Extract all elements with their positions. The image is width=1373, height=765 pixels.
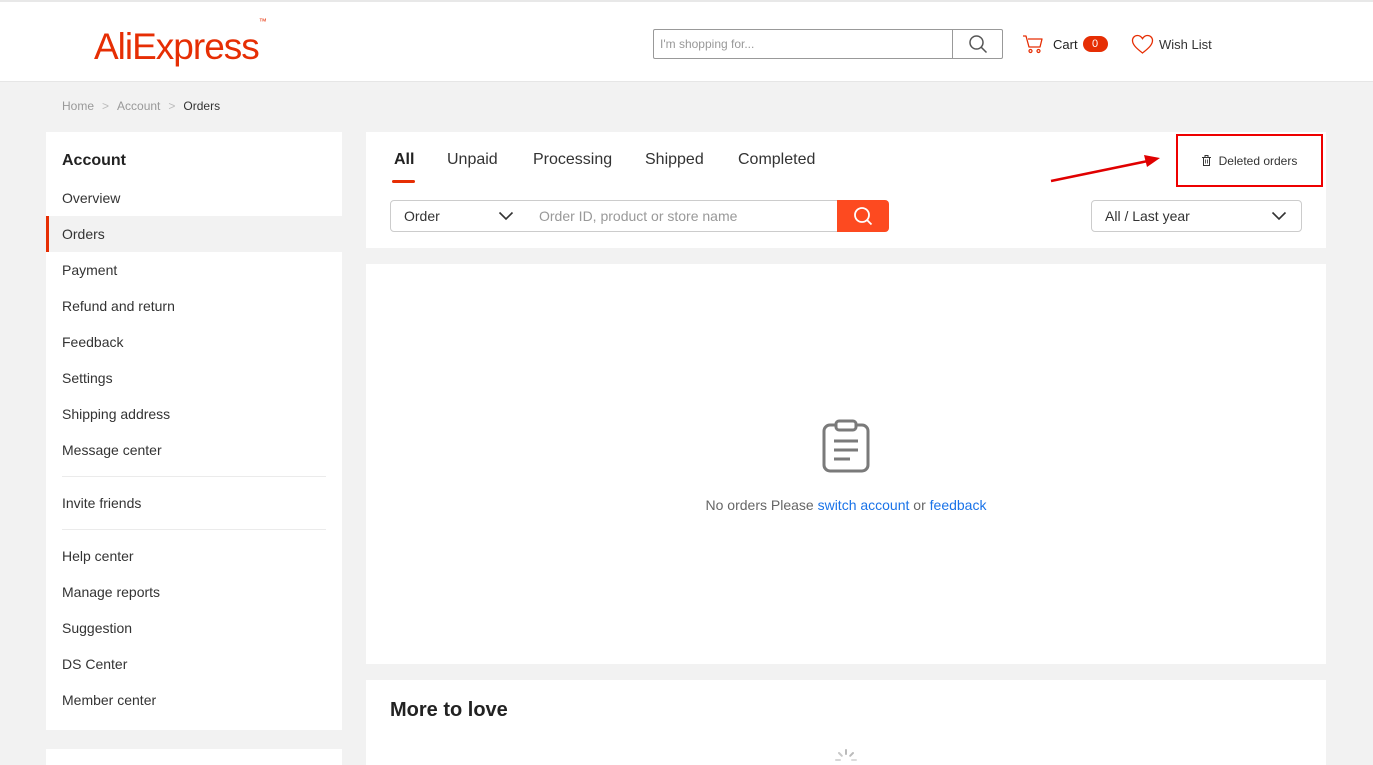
- clipboard-icon: [822, 419, 870, 473]
- search-icon: [968, 35, 987, 54]
- empty-state-message: No orders Please switch account or feedb…: [705, 497, 987, 513]
- orders-filter-panel: All Unpaid Processing Shipped Completed …: [366, 132, 1326, 248]
- sidebar-title: Account: [62, 152, 126, 169]
- sidebar-divider: [62, 476, 326, 477]
- sidebar-item-shipping-address[interactable]: Shipping address: [46, 396, 342, 432]
- breadcrumb-separator: >: [102, 99, 110, 113]
- sidebar-divider: [62, 529, 326, 530]
- heart-icon: [1131, 34, 1154, 54]
- loading-spinner-icon: [835, 749, 857, 761]
- tab-all[interactable]: All: [394, 151, 414, 169]
- time-range-value: All / Last year: [1105, 208, 1190, 224]
- tab-unpaid[interactable]: Unpaid: [447, 151, 498, 169]
- wishlist-label: Wish List: [1159, 36, 1212, 52]
- deleted-orders-label: Deleted orders: [1218, 153, 1298, 168]
- sidebar-item-invite-friends[interactable]: Invite friends: [46, 485, 342, 521]
- order-filter-type-select[interactable]: Order: [390, 200, 527, 232]
- time-range-select[interactable]: All / Last year: [1091, 200, 1302, 232]
- aliexpress-logo[interactable]: AliExpress™: [94, 17, 267, 68]
- order-search-button[interactable]: [837, 200, 889, 232]
- breadcrumb-home[interactable]: Home: [62, 99, 94, 113]
- breadcrumb-separator: >: [168, 99, 176, 113]
- sidebar-item-help-center[interactable]: Help center: [46, 538, 342, 574]
- sidebar-item-ds-center[interactable]: DS Center: [46, 646, 342, 682]
- order-filter-type-value: Order: [404, 208, 440, 224]
- site-search-button[interactable]: [952, 30, 1002, 58]
- sidebar-item-manage-reports[interactable]: Manage reports: [46, 574, 342, 610]
- sidebar-item-message-center[interactable]: Message center: [46, 432, 342, 468]
- wishlist-link[interactable]: Wish List: [1131, 33, 1212, 55]
- sidebar-item-feedback[interactable]: Feedback: [46, 324, 342, 360]
- orders-empty-state: No orders Please switch account or feedb…: [366, 264, 1326, 664]
- sidebar-item-refund-and-return[interactable]: Refund and return: [46, 288, 342, 324]
- account-sidebar: Account Overview Orders Payment Refund a…: [46, 132, 342, 730]
- more-to-love-section: More to love: [366, 680, 1326, 765]
- sidebar-item-payment[interactable]: Payment: [46, 252, 342, 288]
- order-search-input[interactable]: [526, 201, 837, 231]
- cart-link[interactable]: Cart 0: [1022, 33, 1108, 55]
- chevron-down-icon: [1271, 211, 1287, 221]
- chevron-down-icon: [498, 211, 514, 221]
- more-to-love-title: More to love: [390, 699, 508, 721]
- cart-icon: [1023, 35, 1043, 54]
- cart-label: Cart: [1053, 36, 1078, 52]
- sidebar-secondary-card: [46, 749, 342, 765]
- search-icon: [854, 207, 873, 226]
- site-search-box: [653, 29, 1003, 59]
- breadcrumb-orders: Orders: [183, 99, 221, 113]
- feedback-link[interactable]: feedback: [930, 497, 987, 513]
- breadcrumb: Home > Account > Orders: [62, 99, 220, 113]
- order-search-box: [526, 200, 838, 232]
- deleted-orders-button[interactable]: Deleted orders: [1176, 134, 1323, 187]
- sidebar-item-member-center[interactable]: Member center: [46, 682, 342, 718]
- tab-completed[interactable]: Completed: [738, 151, 815, 169]
- active-tab-indicator: [392, 180, 415, 183]
- trash-icon: [1201, 155, 1211, 166]
- site-search-input[interactable]: [654, 30, 952, 58]
- sidebar-item-suggestion[interactable]: Suggestion: [46, 610, 342, 646]
- sidebar-item-settings[interactable]: Settings: [46, 360, 342, 396]
- breadcrumb-account[interactable]: Account: [117, 99, 160, 113]
- sidebar-item-orders[interactable]: Orders: [46, 216, 342, 252]
- cart-count-badge: 0: [1082, 36, 1108, 52]
- tab-processing[interactable]: Processing: [533, 151, 612, 169]
- site-header: AliExpress™ Cart 0 Wish List: [0, 0, 1373, 82]
- tab-shipped[interactable]: Shipped: [645, 151, 704, 169]
- switch-account-link[interactable]: switch account: [818, 497, 910, 513]
- sidebar-item-overview[interactable]: Overview: [46, 180, 342, 216]
- annotation-arrow: [1050, 155, 1160, 183]
